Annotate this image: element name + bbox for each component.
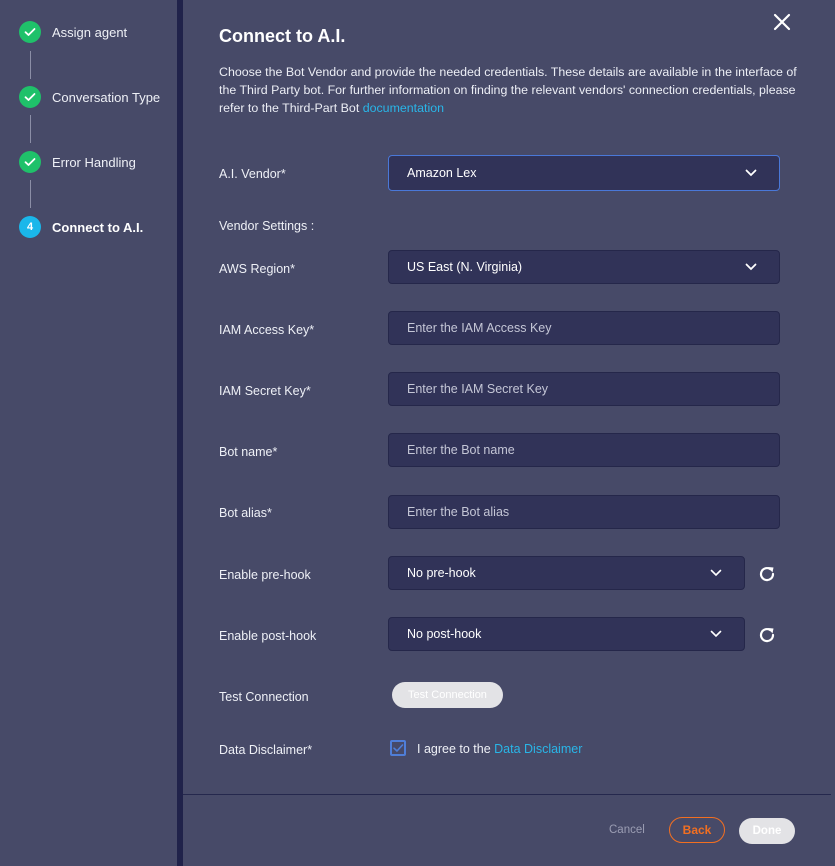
vendor-value: Amazon Lex (407, 166, 477, 180)
chevron-down-icon (710, 569, 722, 577)
vendor-settings-label: Vendor Settings : (219, 219, 315, 233)
disclaimer-text: I agree to the Data Disclaimer (417, 742, 582, 756)
refresh-post-hook-button[interactable] (757, 625, 777, 645)
step-label: Conversation Type (52, 89, 161, 105)
check-icon (393, 744, 404, 752)
wizard-step-error-handling[interactable]: Error Handling (19, 151, 136, 173)
post-hook-label: Enable post-hook (219, 629, 317, 643)
iam-access-key-label: IAM Access Key* (219, 323, 315, 337)
iam-secret-key-field (388, 372, 780, 406)
documentation-link[interactable]: documentation (363, 101, 444, 115)
step-connector (30, 51, 31, 79)
dialog-title: Connect to A.I. (219, 26, 346, 46)
bot-name-label: Bot name* (219, 445, 278, 459)
done-button[interactable]: Done (739, 818, 795, 844)
step-connector (30, 180, 31, 208)
iam-access-key-field (388, 311, 780, 345)
chevron-down-icon (710, 630, 722, 638)
footer-divider (183, 794, 831, 795)
iam-secret-key-label: IAM Secret Key* (219, 384, 311, 398)
step-label: Error Handling (52, 154, 136, 170)
test-connection-label: Test Connection (219, 690, 309, 704)
wizard-step-connect-to-ai[interactable]: 4 Connect to A.I. (19, 216, 143, 238)
step-label: Connect to A.I. (52, 219, 144, 235)
step-connector (30, 115, 31, 143)
wizard-sidebar: Assign agent Conversation Type Error Han… (0, 0, 177, 866)
iam-access-key-input[interactable] (407, 321, 747, 335)
wizard-step-conversation-type[interactable]: Conversation Type (19, 86, 160, 108)
wizard-step-assign-agent[interactable]: Assign agent (19, 21, 127, 43)
back-button[interactable]: Back (669, 817, 725, 843)
close-icon (773, 13, 791, 31)
test-connection-button[interactable]: Test Connection (392, 682, 503, 708)
refresh-icon (759, 627, 775, 643)
refresh-pre-hook-button[interactable] (757, 564, 777, 584)
data-disclaimer-link[interactable]: Data Disclaimer (494, 742, 582, 756)
close-button[interactable] (772, 12, 792, 32)
data-disclaimer-checkbox[interactable] (390, 740, 406, 756)
check-icon (19, 21, 41, 43)
check-icon (19, 151, 41, 173)
bot-alias-label: Bot alias* (219, 506, 272, 520)
check-icon (19, 86, 41, 108)
dialog-description: Choose the Bot Vendor and provide the ne… (219, 63, 799, 117)
aws-region-select[interactable]: US East (N. Virginia) (388, 250, 780, 284)
step-number-badge: 4 (19, 216, 41, 238)
iam-secret-key-input[interactable] (407, 382, 747, 396)
chevron-down-icon (745, 263, 757, 271)
pre-hook-select[interactable]: No pre-hook (388, 556, 745, 590)
pre-hook-label: Enable pre-hook (219, 568, 311, 582)
refresh-icon (759, 566, 775, 582)
bot-alias-input[interactable] (407, 505, 747, 519)
aws-region-label: AWS Region* (219, 262, 295, 276)
bot-name-input[interactable] (407, 443, 747, 457)
pre-hook-value: No pre-hook (407, 566, 476, 580)
data-disclaimer-label: Data Disclaimer* (219, 743, 313, 757)
description-text: Choose the Bot Vendor and provide the ne… (219, 65, 797, 115)
step-label: Assign agent (52, 24, 128, 40)
post-hook-value: No post-hook (407, 627, 482, 641)
disclaimer-prefix: I agree to the (417, 742, 495, 756)
post-hook-select[interactable]: No post-hook (388, 617, 745, 651)
chevron-down-icon (745, 169, 757, 177)
cancel-button[interactable]: Cancel (609, 824, 645, 836)
vendor-select[interactable]: Amazon Lex (388, 155, 780, 191)
aws-region-value: US East (N. Virginia) (407, 260, 523, 274)
bot-name-field (388, 433, 780, 467)
vendor-label: A.I. Vendor* (219, 167, 286, 181)
bot-alias-field (388, 495, 780, 529)
